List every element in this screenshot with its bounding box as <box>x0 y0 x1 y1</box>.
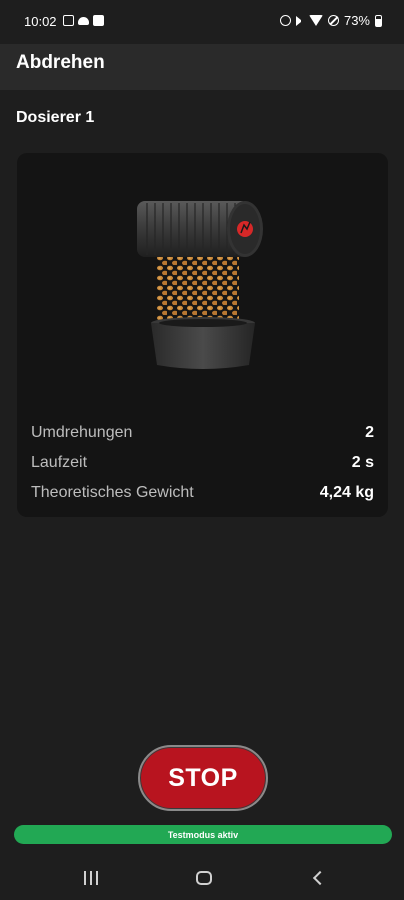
info-row-revolutions: Umdrehungen 2 <box>31 421 374 445</box>
dosing-roller-icon <box>137 201 263 369</box>
app-bar: Abdrehen <box>0 44 404 90</box>
info-value: 4,24 kg <box>319 484 374 501</box>
info-row-runtime: Laufzeit 2 s <box>31 451 374 475</box>
recent-apps-icon[interactable] <box>79 866 103 890</box>
info-value: 2 s <box>351 454 374 471</box>
home-icon[interactable] <box>192 866 216 890</box>
battery-icon <box>375 14 382 27</box>
info-row-theoretical-weight: Theoretisches Gewicht 4,24 kg <box>31 481 374 505</box>
info-label: Umdrehungen <box>31 424 133 441</box>
test-mode-banner: Testmodus aktiv <box>14 825 392 844</box>
info-label: Theoretisches Gewicht <box>31 484 194 501</box>
system-nav-bar <box>0 852 404 900</box>
teams-icon <box>93 15 104 26</box>
status-left-icons <box>63 15 104 26</box>
wifi-icon <box>308 15 323 26</box>
status-bar: 10:02 73% <box>0 0 404 44</box>
back-icon[interactable] <box>306 866 330 890</box>
page-title: Abdrehen <box>16 52 105 73</box>
info-label: Laufzeit <box>31 454 88 471</box>
info-value: 2 <box>365 424 374 441</box>
stop-button[interactable]: STOP <box>138 745 268 811</box>
battery-percent: 73% <box>343 13 370 28</box>
alarm-icon <box>279 15 291 26</box>
cloud-icon <box>78 17 89 25</box>
status-time: 10:02 <box>24 14 57 29</box>
status-right-icons: 73% <box>279 13 382 28</box>
stop-button-label: STOP <box>168 763 238 792</box>
section-title: Dosierer 1 <box>16 109 95 126</box>
dnd-icon <box>327 15 339 26</box>
doser-card: Umdrehungen 2 Laufzeit 2 s Theoretisches… <box>17 153 388 517</box>
test-mode-label: Testmodus aktiv <box>167 829 239 840</box>
mute-icon <box>295 15 304 26</box>
image-icon <box>63 15 74 26</box>
